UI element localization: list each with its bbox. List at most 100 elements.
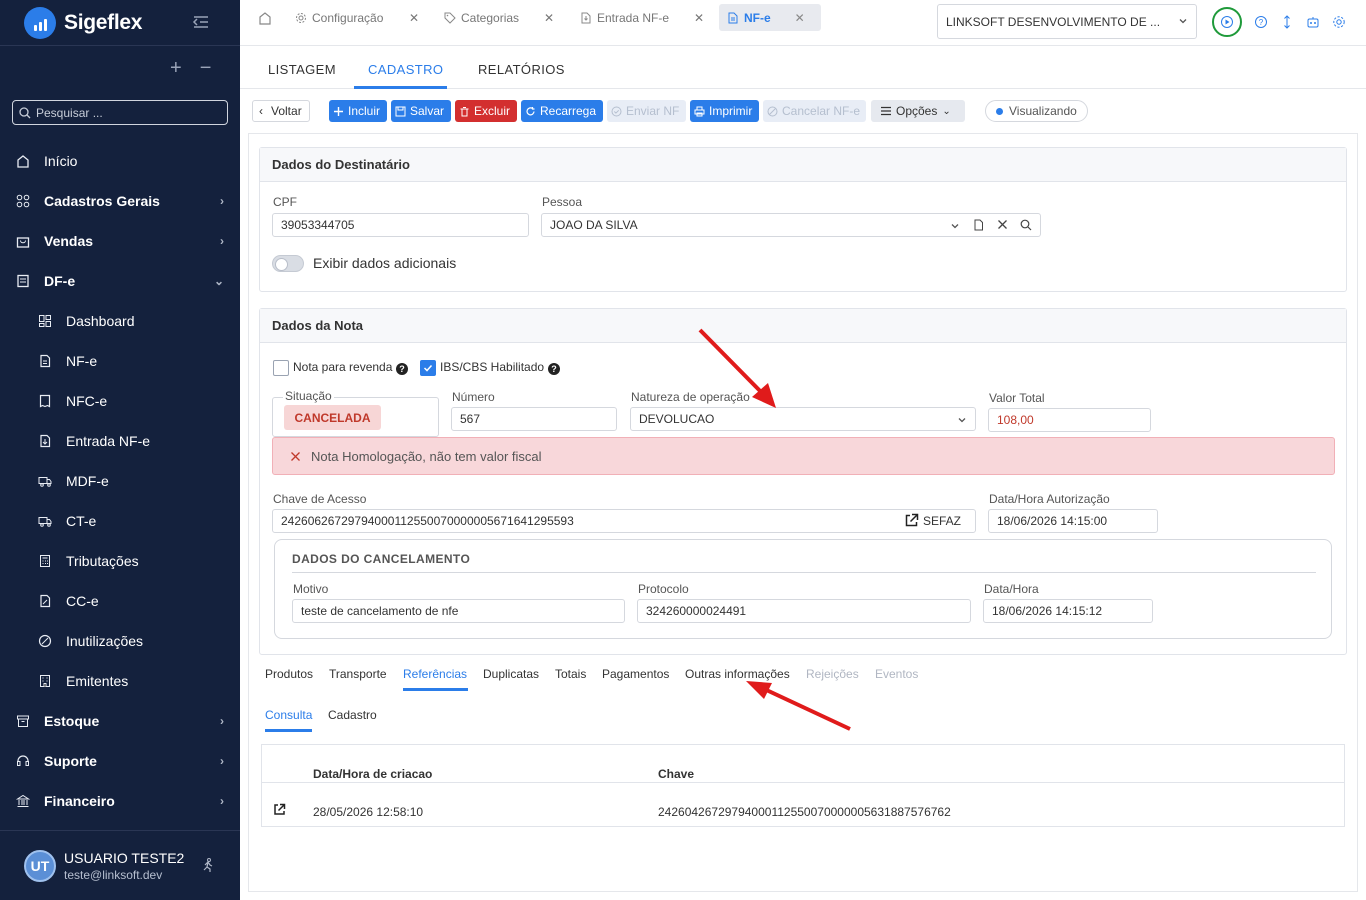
sefaz-button[interactable]: SEFAZ bbox=[904, 513, 961, 528]
sidebar-item-inicio[interactable]: Início bbox=[0, 141, 240, 181]
sidebar-search[interactable] bbox=[12, 100, 228, 125]
help-icon[interactable]: ? bbox=[1254, 15, 1268, 29]
cpf-field[interactable]: 39053344705 bbox=[272, 213, 529, 237]
tab-pagamentos[interactable]: Pagamentos bbox=[602, 667, 669, 681]
sidebar-item-nfce[interactable]: NFC-e bbox=[0, 381, 240, 421]
close-icon[interactable] bbox=[997, 219, 1008, 233]
close-tab-categorias-icon[interactable]: ✕ bbox=[544, 4, 554, 31]
tab-listagem[interactable]: LISTAGEM bbox=[268, 62, 336, 77]
pessoa-field[interactable]: JOAO DA SILVA bbox=[541, 213, 1041, 237]
opcoes-button[interactable]: Opções ⌄ bbox=[871, 100, 965, 122]
sidebar-item-inutilizacoes[interactable]: Inutilizações bbox=[0, 621, 240, 661]
tab-produtos[interactable]: Produtos bbox=[265, 667, 313, 681]
ban-icon bbox=[38, 634, 52, 648]
tab-relatorios[interactable]: RELATÓRIOS bbox=[478, 62, 565, 77]
chave-field[interactable]: 2426062672979400011255007000000567164129… bbox=[272, 509, 976, 533]
tab-categorias[interactable]: Categorias bbox=[444, 4, 519, 31]
valor-total-field[interactable]: 108,00 bbox=[988, 408, 1151, 432]
sidebar-item-label: Suporte bbox=[44, 753, 97, 769]
archive-icon bbox=[16, 714, 30, 728]
tab-outras-informacoes[interactable]: Outras informações bbox=[685, 667, 790, 681]
logout-runner-icon[interactable] bbox=[200, 857, 216, 873]
sidebar-item-vendas[interactable]: Vendas › bbox=[0, 221, 240, 261]
close-tab-configuracao-icon[interactable]: ✕ bbox=[409, 4, 419, 31]
svg-text:?: ? bbox=[1259, 18, 1264, 27]
robot-icon[interactable] bbox=[1306, 15, 1320, 29]
tab-referencias[interactable]: Referências bbox=[403, 667, 467, 681]
play-icon bbox=[1221, 16, 1233, 28]
help-icon[interactable]: ? bbox=[548, 363, 560, 375]
sidebar-item-financeiro[interactable]: Financeiro › bbox=[0, 781, 240, 821]
sidebar-item-label: Entrada NF-e bbox=[66, 433, 151, 449]
numero-field[interactable]: 567 bbox=[451, 407, 617, 431]
tab-configuracao[interactable]: Configuração bbox=[295, 4, 383, 31]
sidebar-item-dashboard[interactable]: Dashboard bbox=[0, 301, 240, 341]
data-autorizacao-field[interactable]: 18/06/2026 14:15:00 bbox=[988, 509, 1158, 533]
sidebar-item-suporte[interactable]: Suporte › bbox=[0, 741, 240, 781]
sidebar-item-entrada-nfe[interactable]: Entrada NF-e bbox=[0, 421, 240, 461]
tab-eventos[interactable]: Eventos bbox=[875, 667, 918, 681]
tab-totais[interactable]: Totais bbox=[555, 667, 586, 681]
sidebar-item-tributacoes[interactable]: Tributações bbox=[0, 541, 240, 581]
tab-transporte[interactable]: Transporte bbox=[329, 667, 387, 681]
tab-consulta[interactable]: Consulta bbox=[265, 708, 312, 722]
ibs-cbs-checkbox[interactable] bbox=[420, 360, 436, 376]
tab-cadastro-ref[interactable]: Cadastro bbox=[328, 708, 377, 722]
avatar[interactable]: UT bbox=[24, 849, 56, 882]
incluir-button[interactable]: Incluir bbox=[329, 100, 387, 122]
user-name: USUARIO TESTE2 bbox=[64, 849, 185, 866]
datahora-field[interactable]: 18/06/2026 14:15:12 bbox=[983, 599, 1153, 623]
motivo-field[interactable]: teste de cancelamento de nfe bbox=[292, 599, 625, 623]
cancelar-nfe-button[interactable]: Cancelar NF-e bbox=[763, 100, 866, 122]
sidebar-item-cte[interactable]: CT-e bbox=[0, 501, 240, 541]
recarrega-button[interactable]: Recarrega bbox=[521, 100, 603, 122]
open-external-icon[interactable] bbox=[273, 803, 286, 819]
tab-cadastro[interactable]: CADASTRO bbox=[368, 62, 443, 77]
sidebar-item-dfe[interactable]: DF-e ⌄ bbox=[0, 261, 240, 301]
voltar-button[interactable]: ‹ Voltar bbox=[252, 100, 310, 122]
settings-icon[interactable] bbox=[1332, 15, 1346, 29]
exibir-dados-label: Exibir dados adicionais bbox=[313, 255, 457, 271]
sidebar-item-cadastros-gerais[interactable]: Cadastros Gerais › bbox=[0, 181, 240, 221]
tab-entrada-nfe[interactable]: Entrada NF-e bbox=[580, 4, 669, 31]
close-tab-nfe-icon[interactable]: ✕ bbox=[795, 11, 805, 25]
help-icon[interactable]: ? bbox=[396, 363, 408, 375]
sidebar-item-estoque[interactable]: Estoque › bbox=[0, 701, 240, 741]
excluir-button[interactable]: Excluir bbox=[455, 100, 517, 122]
expand-all-button[interactable]: + bbox=[170, 58, 182, 78]
tab-duplicatas[interactable]: Duplicatas bbox=[483, 667, 539, 681]
protocolo-label: Protocolo bbox=[638, 582, 689, 596]
sidebar-item-nfe[interactable]: NF-e bbox=[0, 341, 240, 381]
motivo-label: Motivo bbox=[293, 582, 329, 596]
sidebar-item-emitentes[interactable]: Emitentes bbox=[0, 661, 240, 701]
tab-rejeicoes[interactable]: Rejeições bbox=[806, 667, 859, 681]
tab-nfe[interactable]: NF-e ✕ bbox=[719, 4, 821, 31]
collapse-sidebar-icon[interactable] bbox=[192, 14, 210, 30]
document-list-icon bbox=[16, 274, 30, 288]
bank-icon bbox=[16, 794, 30, 808]
file-icon[interactable] bbox=[973, 219, 984, 234]
chevron-down-icon[interactable] bbox=[950, 220, 960, 234]
collapse-all-button[interactable]: − bbox=[200, 58, 212, 78]
imprimir-button[interactable]: Imprimir bbox=[690, 100, 759, 122]
exibir-dados-toggle[interactable] bbox=[272, 255, 304, 272]
active-tab-indicator bbox=[265, 729, 312, 732]
close-tab-entrada-icon[interactable]: ✕ bbox=[694, 4, 704, 31]
salvar-button[interactable]: Salvar bbox=[391, 100, 451, 122]
home-tab[interactable] bbox=[258, 4, 272, 31]
vertical-resize-icon[interactable] bbox=[1280, 15, 1294, 29]
revenda-checkbox[interactable] bbox=[273, 360, 289, 376]
natureza-select[interactable]: DEVOLUCAO bbox=[630, 407, 976, 431]
sidebar-item-cce[interactable]: CC-e bbox=[0, 581, 240, 621]
company-select[interactable]: LINKSOFT DESENVOLVIMENTO DE ... bbox=[937, 4, 1197, 39]
sidebar-search-input[interactable] bbox=[36, 105, 216, 120]
gear-icon bbox=[295, 12, 307, 24]
situacao-badge: CANCELADA bbox=[284, 405, 381, 430]
protocolo-field[interactable]: 324260000024491 bbox=[637, 599, 971, 623]
data-autorizacao-label: Data/Hora Autorização bbox=[989, 492, 1110, 506]
status-dot bbox=[996, 107, 1003, 115]
search-icon[interactable] bbox=[1020, 219, 1032, 234]
play-circle-button[interactable] bbox=[1212, 7, 1242, 37]
enviar-nf-button[interactable]: Enviar NF bbox=[607, 100, 686, 122]
sidebar-item-mdfe[interactable]: MDF-e bbox=[0, 461, 240, 501]
